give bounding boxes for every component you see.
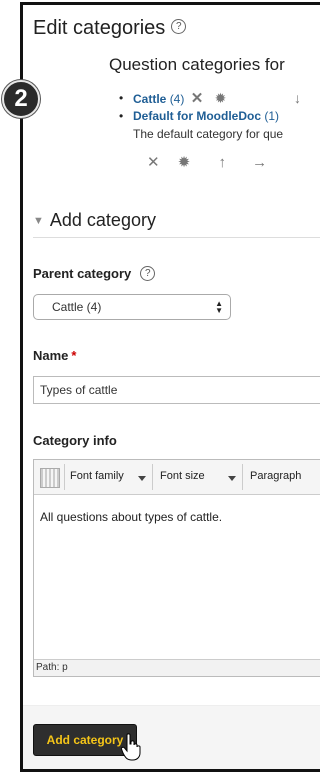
page-title: Edit categories? <box>33 17 187 40</box>
required-icon: * <box>71 348 77 363</box>
chevron-down-icon <box>228 476 236 481</box>
category-actions: ✕ ✹ ↑ → <box>147 153 281 171</box>
chevron-down-icon <box>138 476 146 481</box>
category-count: (4) <box>169 92 185 106</box>
help-icon[interactable]: ? <box>171 19 187 34</box>
toolbar-divider <box>152 464 153 490</box>
list-item: • Cattle (4) ✕ ✹ ↓ <box>119 89 301 107</box>
step-number-badge: 2 <box>2 80 40 118</box>
editor-toolbar: Font family Font size Paragraph <box>34 460 320 495</box>
moodle-page-frame: Edit categories? Question categories for… <box>20 2 320 772</box>
bullet-icon: • <box>119 91 124 105</box>
toolbar-toggle-icon[interactable] <box>40 468 60 488</box>
category-list-title: Question categories for <box>109 55 285 74</box>
name-label: Name * <box>33 348 77 363</box>
gear-icon[interactable]: ✹ <box>178 153 191 171</box>
delete-icon[interactable]: ✕ <box>191 90 204 107</box>
parent-category-label: Parent category? <box>33 266 156 281</box>
category-description: The default category for que <box>133 127 284 141</box>
category-info-editor: Font family Font size Paragraph All ques… <box>33 459 320 677</box>
delete-icon[interactable]: ✕ <box>147 153 160 171</box>
font-size-dropdown[interactable]: Font size <box>160 470 205 482</box>
category-list: • Cattle (4) ✕ ✹ ↓ • Default for MoodleD… <box>119 89 301 143</box>
arrow-down-icon[interactable]: ↓ <box>294 89 301 107</box>
hand-cursor-icon <box>121 733 141 761</box>
bullet-icon: • <box>119 109 124 123</box>
name-input[interactable]: Types of cattle <box>33 376 320 404</box>
list-item: • Default for MoodleDoc (1) <box>119 107 283 125</box>
editor-content[interactable]: All questions about types of cattle. <box>34 495 320 539</box>
select-arrows-icon: ▲ ▼ <box>215 299 223 315</box>
category-count: (1) <box>264 109 280 123</box>
toolbar-divider <box>242 464 243 490</box>
gear-icon[interactable]: ✹ <box>215 90 227 106</box>
font-family-dropdown[interactable]: Font family <box>70 470 124 482</box>
toolbar-divider <box>64 464 65 490</box>
category-link-default[interactable]: Default for MoodleDoc <box>133 109 261 123</box>
category-info-label: Category info <box>33 433 117 448</box>
add-category-section-toggle[interactable]: ▼ Add category <box>33 210 156 231</box>
paragraph-format-dropdown[interactable]: Paragraph <box>250 470 301 482</box>
help-icon[interactable]: ? <box>140 266 156 281</box>
section-divider <box>33 237 320 238</box>
category-link-cattle[interactable]: Cattle <box>133 92 166 106</box>
collapse-triangle-icon: ▼ <box>33 215 44 227</box>
parent-category-select[interactable]: Cattle (4) ▲ ▼ <box>33 294 231 320</box>
editor-path-bar: Path: p <box>34 659 320 676</box>
arrow-up-icon[interactable]: ↑ <box>219 154 227 171</box>
arrow-right-icon[interactable]: → <box>252 154 267 171</box>
